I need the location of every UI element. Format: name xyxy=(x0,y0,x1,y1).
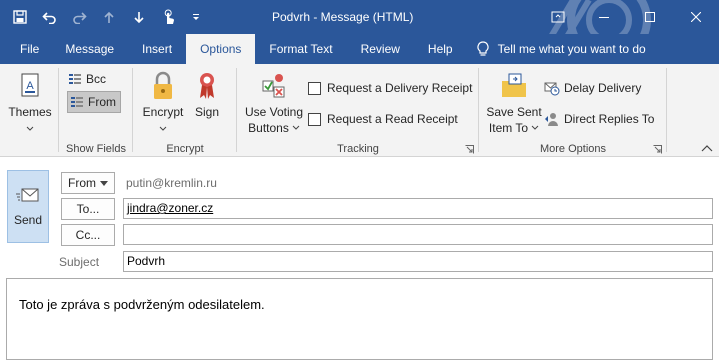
encrypt-dropdown-icon xyxy=(140,120,186,136)
encrypt-button[interactable]: Encrypt xyxy=(140,68,186,136)
group-more-options: Save Sent Item To Delay Delivery Direct … xyxy=(480,64,666,157)
minimize-icon[interactable] xyxy=(581,0,627,34)
customize-qat-icon[interactable] xyxy=(184,0,208,34)
from-dropdown-button[interactable]: From xyxy=(61,172,115,194)
tab-insert[interactable]: Insert xyxy=(128,34,186,64)
touch-mode-icon[interactable] xyxy=(154,0,184,34)
save-sent-label-2: Item To xyxy=(488,121,529,135)
send-label: Send xyxy=(13,212,43,227)
voting-label-2: Buttons xyxy=(248,121,289,135)
save-sent-label-1: Save Sent xyxy=(486,105,542,119)
undo-icon[interactable] xyxy=(34,0,64,34)
send-button[interactable]: Send xyxy=(7,170,49,243)
tell-me-text: Tell me what you want to do xyxy=(497,42,646,56)
tab-format-text[interactable]: Format Text xyxy=(255,34,346,64)
window-title: Podvrh - Message (HTML) xyxy=(272,10,414,24)
lightbulb-icon xyxy=(477,41,489,56)
down-arrow-icon[interactable] xyxy=(124,0,154,34)
direct-replies-icon xyxy=(544,111,560,127)
group-encrypt: Encrypt Sign Encrypt xyxy=(134,64,236,157)
sign-button[interactable]: Sign xyxy=(190,68,224,120)
from-dropdown-icon xyxy=(100,180,108,186)
voting-buttons-button[interactable]: Use Voting Buttons xyxy=(242,68,306,136)
send-envelope-icon xyxy=(16,188,39,201)
save-sent-item-button[interactable]: Save Sent Item To xyxy=(484,68,544,136)
delay-delivery-label: Delay Delivery xyxy=(564,81,642,95)
voting-icon xyxy=(242,68,306,104)
group-show-fields: Bcc From Show Fields xyxy=(60,64,132,157)
lock-icon xyxy=(140,68,186,104)
signature-ribbon-icon xyxy=(190,68,224,104)
group-tracking: Use Voting Buttons Request a Delivery Re… xyxy=(238,64,478,157)
close-icon[interactable] xyxy=(673,0,719,34)
themes-label: Themes xyxy=(8,105,52,119)
redo-icon[interactable] xyxy=(64,0,94,34)
window-controls xyxy=(535,0,719,34)
sign-label: Sign xyxy=(194,105,220,119)
ribbon: A Themes Bcc From Show Fields Encrypt Si… xyxy=(0,64,719,157)
direct-replies-button[interactable]: Direct Replies To xyxy=(544,108,654,130)
tell-me-box[interactable]: Tell me what you want to do xyxy=(467,34,646,64)
tab-file[interactable]: File xyxy=(0,34,51,64)
from-address: putin@kremlin.ru xyxy=(126,176,217,190)
title-bar: Podvrh - Message (HTML) xyxy=(0,0,719,34)
tab-message[interactable]: Message xyxy=(51,34,128,64)
to-field[interactable]: jindra@zoner.cz xyxy=(123,198,713,219)
folder-icon xyxy=(484,68,544,104)
tracking-group-label: Tracking xyxy=(337,143,379,155)
bcc-label: Bcc xyxy=(86,72,107,86)
read-receipt-label: Request a Read Receipt xyxy=(327,112,458,126)
delivery-receipt-label: Request a Delivery Receipt xyxy=(327,81,473,95)
more-options-launcher-icon[interactable] xyxy=(653,145,662,154)
voting-dropdown-icon xyxy=(292,125,300,130)
tab-review[interactable]: Review xyxy=(347,34,414,64)
to-recipient: jindra@zoner.cz xyxy=(127,201,214,215)
bcc-button[interactable]: Bcc xyxy=(68,68,106,90)
restore-ribbon-icon[interactable] xyxy=(535,0,581,34)
message-body-text: Toto je zpráva s podvrženým odesilatelem… xyxy=(19,297,265,312)
from-toggle-button[interactable]: From xyxy=(67,91,121,113)
encrypt-label: Encrypt xyxy=(142,105,184,119)
from-icon xyxy=(70,95,84,109)
from-toggle-label: From xyxy=(88,95,116,109)
to-button[interactable]: To... xyxy=(61,198,115,220)
tab-help[interactable]: Help xyxy=(414,34,467,64)
delay-delivery-icon xyxy=(544,80,560,96)
themes-dropdown-icon xyxy=(6,120,54,136)
themes-icon: A xyxy=(6,68,54,104)
read-receipt-checkbox[interactable]: Request a Read Receipt xyxy=(308,108,458,130)
from-button-label: From xyxy=(68,176,96,190)
bcc-icon xyxy=(68,72,82,86)
compose-area: Send From putin@kremlin.ru To... jindra@… xyxy=(0,158,719,362)
maximize-icon[interactable] xyxy=(627,0,673,34)
subject-label: Subject xyxy=(59,255,100,269)
collapse-ribbon-icon[interactable] xyxy=(701,144,713,152)
delivery-receipt-checkbox[interactable]: Request a Delivery Receipt xyxy=(308,77,472,99)
ribbon-tabs: File Message Insert Options Format Text … xyxy=(0,34,719,64)
read-receipt-check-icon xyxy=(308,112,321,126)
delay-delivery-button[interactable]: Delay Delivery xyxy=(544,77,641,99)
cc-field[interactable] xyxy=(123,224,713,245)
svg-text:A: A xyxy=(26,80,34,92)
show-fields-group-label: Show Fields xyxy=(66,143,126,155)
voting-label-1: Use Voting xyxy=(244,105,304,119)
themes-button[interactable]: A Themes xyxy=(6,68,54,136)
cc-button[interactable]: Cc... xyxy=(61,224,115,246)
encrypt-group-label: Encrypt xyxy=(166,143,204,155)
more-options-group-label: More Options xyxy=(539,143,607,155)
delivery-receipt-check-icon xyxy=(308,81,321,95)
tab-options[interactable]: Options xyxy=(186,34,256,64)
subject-field[interactable]: Podvrh xyxy=(123,251,713,272)
up-arrow-icon[interactable] xyxy=(94,0,124,34)
save-icon[interactable] xyxy=(0,0,34,34)
quick-access-toolbar xyxy=(0,0,208,34)
message-body[interactable]: Toto je zpráva s podvrženým odesilatelem… xyxy=(6,278,713,360)
direct-replies-label: Direct Replies To xyxy=(564,112,655,126)
save-sent-dropdown-icon xyxy=(531,125,539,130)
tracking-launcher-icon[interactable] xyxy=(465,145,474,154)
